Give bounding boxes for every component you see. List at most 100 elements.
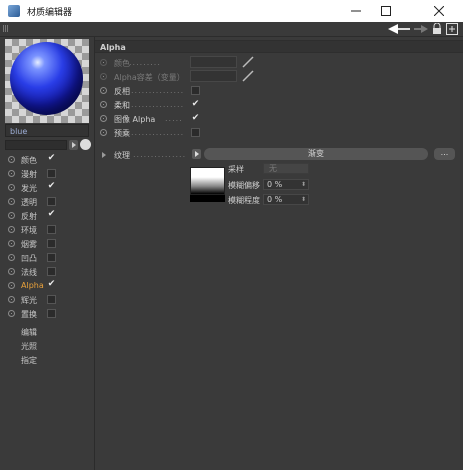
channel-bump[interactable]: 凹凸 [0, 251, 94, 265]
window-title: 材质编辑器 [27, 8, 73, 18]
channel-checkbox[interactable]: ✔ [47, 210, 56, 220]
maximize-button[interactable] [371, 0, 401, 22]
prop-radio-icon[interactable] [100, 101, 107, 108]
channel-radio-icon [8, 212, 15, 219]
channel-checkbox[interactable] [47, 309, 56, 318]
back-arrow-icon[interactable] [388, 24, 412, 34]
prop-soft: 柔和 ............... ✔ [95, 98, 463, 112]
spinner-icon[interactable]: ⬍ [301, 195, 306, 204]
texture-more-button[interactable]: ... [434, 148, 455, 160]
prop-dots: ............... [131, 86, 185, 95]
invert-checkbox[interactable] [191, 86, 200, 95]
item-editor[interactable]: 编辑 [21, 327, 37, 338]
prop-radio-icon[interactable] [100, 73, 107, 80]
channel-label: 发光 [21, 184, 37, 193]
soft-checkbox[interactable]: ✔ [191, 100, 200, 109]
texture-shader-bar[interactable]: 渐变 [204, 148, 428, 160]
channel-checkbox[interactable] [47, 253, 56, 262]
channel-luminance[interactable]: 发光 ✔ [0, 181, 94, 195]
spinner-icon[interactable]: ⬍ [301, 180, 306, 189]
channel-fog[interactable]: 烟雾 [0, 237, 94, 251]
material-sphere [10, 42, 83, 115]
channel-label: 漫射 [21, 170, 37, 179]
channel-color[interactable]: 颜色 ✔ [0, 153, 94, 167]
channel-label: 置换 [21, 310, 37, 319]
property-panel: Alpha 颜色 ......... Alpha容差（变量） 反相 ......… [95, 37, 463, 470]
channel-label: 凹凸 [21, 254, 37, 263]
blur-offset-label: 模糊偏移 [228, 181, 260, 190]
channel-normal[interactable]: 法线 [0, 265, 94, 279]
blur-scale-value: 0 % [267, 195, 283, 204]
minimize-button[interactable] [341, 0, 371, 22]
channel-checkbox[interactable] [47, 197, 56, 206]
lock-icon[interactable] [432, 23, 442, 35]
channel-radio-icon [8, 170, 15, 177]
pen-icon[interactable] [242, 56, 254, 68]
prop-premultiplied: 预乘 ............... [95, 126, 463, 140]
play-icon[interactable] [69, 140, 78, 150]
prop-label: Alpha容差（变量） [114, 73, 185, 82]
channel-checkbox[interactable]: ✔ [47, 182, 56, 192]
channel-checkbox[interactable] [47, 295, 56, 304]
title-bar: 材质编辑器 [0, 0, 463, 23]
image-alpha-checkbox[interactable]: ✔ [191, 114, 200, 123]
blur-offset-field[interactable]: 0 % ⬍ [263, 179, 309, 190]
channel-transparency[interactable]: 透明 [0, 195, 94, 209]
texture-dots: ............... [133, 150, 187, 159]
prop-label: 颜色 [114, 59, 130, 68]
channel-checkbox[interactable] [47, 225, 56, 234]
channel-checkbox[interactable] [47, 239, 56, 248]
channel-reflectance[interactable]: 反射 ✔ [0, 209, 94, 223]
close-icon [434, 6, 444, 16]
channel-checkbox[interactable]: ✔ [47, 154, 56, 164]
channel-checkbox[interactable] [47, 267, 56, 276]
prop-radio-icon[interactable] [100, 59, 107, 66]
prop-color: 颜色 ......... [95, 56, 463, 70]
pen-icon[interactable] [242, 70, 254, 82]
expand-arrow-icon[interactable] [102, 152, 106, 158]
channel-radio-icon [8, 254, 15, 261]
blur-scale-label: 模糊程度 [228, 196, 260, 205]
prop-label: 反相 [114, 87, 130, 96]
channel-diffusion[interactable]: 漫射 [0, 167, 94, 181]
color-swatch-field[interactable] [190, 56, 237, 68]
channel-radio-icon [8, 156, 15, 163]
prop-image-alpha: 图像 Alpha ..... ✔ [95, 112, 463, 126]
new-panel-icon[interactable] [446, 23, 458, 35]
channel-glow[interactable]: 辉光 [0, 293, 94, 307]
channel-checkbox[interactable]: ✔ [47, 280, 56, 290]
channel-radio-icon [8, 226, 15, 233]
close-button[interactable] [424, 0, 454, 22]
channel-radio-icon [8, 268, 15, 275]
channel-alpha[interactable]: Alpha ✔ [0, 279, 94, 293]
app-icon [8, 5, 20, 17]
material-preview[interactable] [5, 39, 89, 123]
prop-radio-icon[interactable] [100, 129, 107, 136]
prop-radio-icon[interactable] [100, 115, 107, 122]
gradient-thumbnail[interactable] [190, 167, 225, 195]
channel-label: Alpha [21, 281, 44, 290]
channel-label: 法线 [21, 268, 37, 277]
prop-label: 柔和 [114, 101, 130, 110]
grip-icon[interactable] [3, 25, 9, 32]
material-name-field[interactable]: blue [5, 124, 89, 137]
texture-menu-button[interactable] [192, 149, 201, 159]
sampling-label: 采样 [228, 165, 244, 174]
texture-label: 纹理 [114, 151, 130, 160]
forward-arrow-icon[interactable] [414, 24, 428, 34]
item-illumination[interactable]: 光照 [21, 341, 37, 352]
sampling-select[interactable]: 无 [263, 163, 309, 174]
item-assignment[interactable]: 指定 [21, 355, 37, 366]
tolerance-field[interactable] [190, 70, 237, 82]
channel-displacement[interactable]: 置换 [0, 307, 94, 321]
prop-label: 图像 Alpha [114, 115, 156, 124]
prop-radio-icon[interactable] [100, 87, 107, 94]
minimize-icon [351, 10, 361, 12]
channel-checkbox[interactable] [47, 169, 56, 178]
preview-mode-field[interactable] [5, 140, 67, 150]
blur-scale-field[interactable]: 0 % ⬍ [263, 194, 309, 205]
premultiplied-checkbox[interactable] [191, 128, 200, 137]
picker-icon[interactable] [80, 139, 91, 150]
channel-environment[interactable]: 环境 [0, 223, 94, 237]
maximize-icon [381, 6, 391, 16]
